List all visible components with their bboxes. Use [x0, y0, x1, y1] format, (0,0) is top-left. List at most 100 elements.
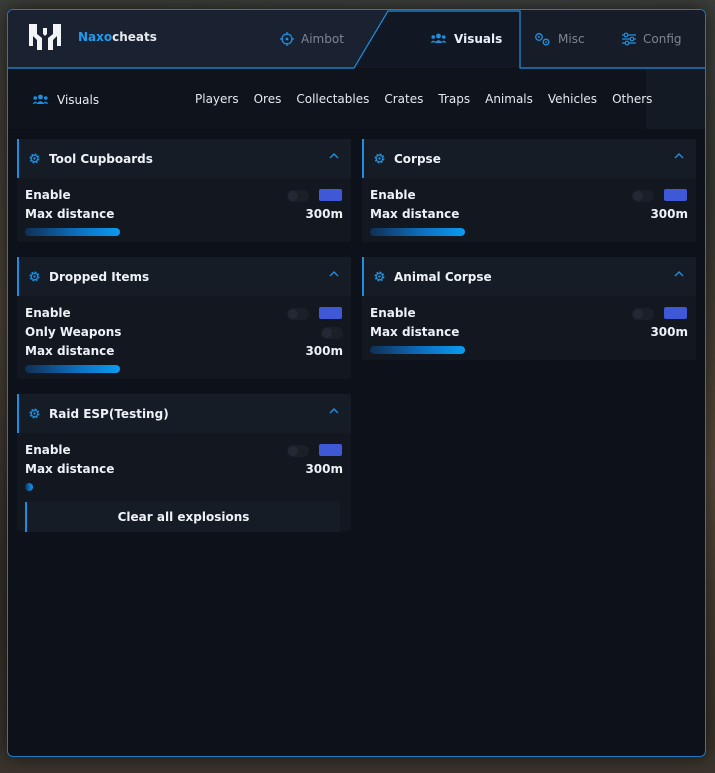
category-tabs: Players Ores Collectables Crates Traps A…: [195, 92, 652, 106]
tab-misc-label: Misc: [558, 32, 585, 46]
distance-value: 300m: [305, 344, 343, 358]
others-highlight: [646, 69, 705, 129]
panel-tool-cupboards: Tool Cupboards Enable Max distance 300m: [17, 139, 351, 242]
chevron-up-icon[interactable]: [329, 270, 339, 277]
gear-icon: [374, 153, 385, 164]
cheat-menu-window: Naxocheats Aimbot Visuals Misc Config Vi…: [7, 9, 706, 757]
slider-track[interactable]: [370, 228, 465, 236]
max-distance-label: Max distance: [25, 462, 115, 476]
panel-title: Corpse: [394, 151, 441, 166]
category-animals[interactable]: Animals: [485, 92, 533, 106]
chevron-up-icon[interactable]: [329, 152, 339, 159]
panel-title: Dropped Items: [49, 269, 150, 284]
max-distance-row: Max distance 300m: [17, 342, 351, 361]
max-distance-label: Max distance: [370, 207, 460, 221]
color-swatch[interactable]: [319, 444, 342, 456]
chevron-up-icon[interactable]: [674, 270, 684, 277]
distance-slider[interactable]: [17, 361, 351, 379]
max-distance-label: Max distance: [370, 325, 460, 339]
panel-title: Tool Cupboards: [49, 151, 153, 166]
category-players[interactable]: Players: [195, 92, 239, 106]
color-swatch[interactable]: [319, 189, 342, 201]
gear-icon: [29, 271, 40, 282]
tab-visuals[interactable]: Visuals: [430, 32, 502, 46]
distance-value: 300m: [650, 325, 688, 339]
gear-icon: [29, 408, 40, 419]
distance-slider[interactable]: [17, 224, 351, 242]
panel-header[interactable]: Tool Cupboards: [17, 139, 351, 178]
color-swatch[interactable]: [319, 307, 342, 319]
brand-accent: Naxo: [78, 30, 113, 44]
users-icon: [32, 94, 49, 104]
enable-toggle[interactable]: [632, 308, 654, 320]
category-collectables[interactable]: Collectables: [296, 92, 369, 106]
slider-fill: [370, 346, 465, 354]
distance-slider[interactable]: [362, 342, 696, 360]
enable-toggle[interactable]: [287, 445, 309, 457]
category-crates[interactable]: Crates: [384, 92, 423, 106]
only-weapons-toggle[interactable]: [321, 327, 343, 339]
color-swatch[interactable]: [664, 307, 687, 319]
slider-track[interactable]: [25, 228, 120, 236]
slider-fill: [370, 228, 465, 236]
users-icon: [430, 33, 447, 43]
max-distance-row: Max distance 300m: [362, 205, 696, 224]
category-traps[interactable]: Traps: [438, 92, 470, 106]
tab-aimbot-label: Aimbot: [301, 32, 344, 46]
tab-aimbot[interactable]: Aimbot: [280, 32, 344, 46]
panel-header[interactable]: Dropped Items: [17, 257, 351, 296]
enable-row: Enable: [362, 304, 696, 323]
slider-fill: [25, 228, 120, 236]
max-distance-row: Max distance 300m: [362, 323, 696, 342]
enable-row: Enable: [17, 441, 351, 460]
enable-label: Enable: [370, 306, 416, 320]
panel-corpse: Corpse Enable Max distance 300m: [362, 139, 696, 242]
enable-toggle[interactable]: [287, 308, 309, 320]
brand-name: Naxocheats: [78, 30, 157, 44]
chevron-up-icon[interactable]: [674, 152, 684, 159]
tab-visuals-label: Visuals: [454, 32, 503, 46]
panel-title: Animal Corpse: [394, 269, 492, 284]
category-bar: Visuals Players Ores Collectables Crates…: [8, 69, 705, 129]
panel-dropped-items: Dropped Items Enable Only Weapons Max di…: [17, 257, 351, 379]
enable-label: Enable: [25, 306, 71, 320]
panel-animal-corpse: Animal Corpse Enable Max distance 300m: [362, 257, 696, 360]
enable-toggle[interactable]: [632, 190, 654, 202]
enable-label: Enable: [25, 443, 71, 457]
chevron-up-icon[interactable]: [329, 407, 339, 414]
enable-label: Enable: [25, 188, 71, 202]
gear-icon: [374, 271, 385, 282]
panel-raid-esp: Raid ESP(Testing) Enable Max distance 30…: [17, 394, 351, 532]
distance-value: 300m: [305, 462, 343, 476]
slider-fill: [25, 483, 33, 491]
slider-track[interactable]: [25, 365, 120, 373]
only-weapons-label: Only Weapons: [25, 325, 122, 339]
enable-row: Enable: [17, 304, 351, 323]
naxo-logo: [29, 24, 61, 50]
enable-toggle[interactable]: [287, 190, 309, 202]
sliders-icon: [622, 32, 636, 46]
enable-label: Enable: [370, 188, 416, 202]
tab-config-label: Config: [643, 32, 682, 46]
category-ores[interactable]: Ores: [254, 92, 282, 106]
tab-config[interactable]: Config: [622, 32, 682, 46]
tab-misc[interactable]: Misc: [534, 32, 585, 46]
distance-slider[interactable]: [362, 224, 696, 242]
panel-header[interactable]: Corpse: [362, 139, 696, 178]
panel-title: Raid ESP(Testing): [49, 406, 169, 421]
distance-slider[interactable]: [17, 479, 351, 497]
clear-explosions-button[interactable]: Clear all explosions: [25, 502, 340, 532]
max-distance-row: Max distance 300m: [17, 205, 351, 224]
category-vehicles[interactable]: Vehicles: [548, 92, 597, 106]
top-bar: Naxocheats Aimbot Visuals Misc Config: [8, 10, 705, 69]
panel-header[interactable]: Raid ESP(Testing): [17, 394, 351, 433]
slider-track[interactable]: [370, 346, 465, 354]
max-distance-label: Max distance: [25, 344, 115, 358]
slider-track[interactable]: [25, 483, 120, 491]
distance-value: 300m: [305, 207, 343, 221]
color-swatch[interactable]: [664, 189, 687, 201]
category-others[interactable]: Others: [612, 92, 652, 106]
max-distance-label: Max distance: [25, 207, 115, 221]
enable-row: Enable: [362, 186, 696, 205]
panel-header[interactable]: Animal Corpse: [362, 257, 696, 296]
